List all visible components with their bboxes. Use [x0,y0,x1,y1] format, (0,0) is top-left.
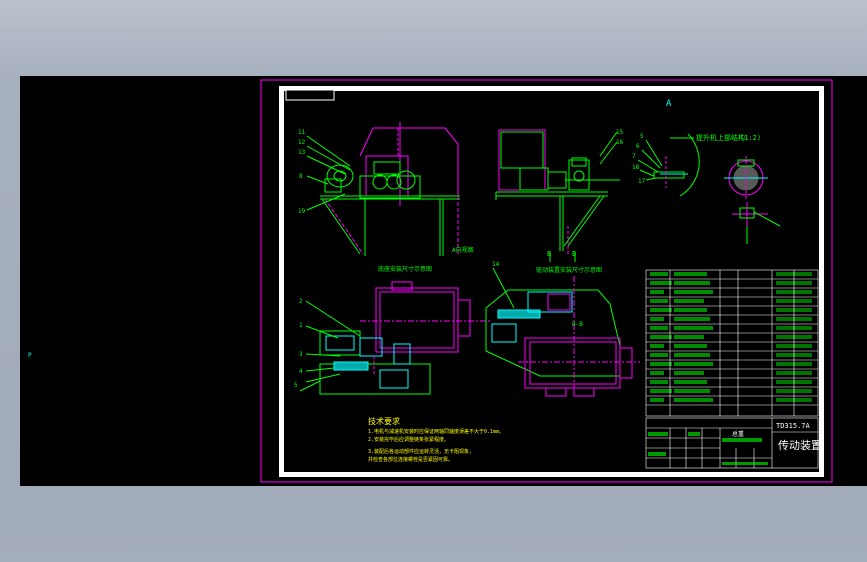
parts-row-text [674,317,710,321]
callout-left-1: 11 [298,129,306,136]
parts-row-text [650,317,664,321]
callout-plan-4: 4 [299,368,303,375]
parts-row-text [674,380,707,384]
parts-row-text [650,389,672,393]
view-title-1: 底座安装尺寸示意图 [378,265,432,273]
parts-row-text [650,362,672,366]
tech-title: 技术要求 [368,416,400,426]
view-a-title: A向视图 [452,246,474,254]
callout-detail-2: 6 [636,143,640,150]
detail-title: 提升机上部结构 [696,133,745,142]
detail-view [637,133,781,244]
parts-row-text [650,308,672,312]
callout-detail-3: 7 [632,153,636,160]
parts-row-text [674,389,710,393]
parts-row-text [650,398,664,402]
callout-plan-2: 1 [299,322,303,329]
parts-list [645,269,819,417]
parts-row-text [674,344,707,348]
parts-row-text [674,362,713,366]
parts-row-text [674,335,704,339]
parts-row-text [674,308,707,312]
motor-housing-right [498,129,546,191]
reducer-plan-right [524,337,621,389]
parts-row-text [674,398,713,402]
plan-view-left [299,281,490,395]
tech-note-4: 并检查各部位连接螺栓是否紧固可靠。 [368,456,453,463]
plan-view-right [485,267,640,397]
tech-note-3: 3.装配后各运动部件应运转灵活，无卡阻现象， [368,448,474,455]
title-drawing-name: 传动装置 [778,439,822,452]
view-b-title: B-B [572,321,583,328]
drawing-frame [279,86,824,477]
elevation-view-left [306,122,460,256]
callout-right-2: 16 [616,139,624,146]
cad-viewport: A B B A向视图 底座安装尺寸示意图 驱动装置安装尺寸示意图 B-B 提升机… [0,0,867,562]
parts-row-text [650,281,672,285]
reducer-plan [375,287,459,353]
parts-row-text [650,290,664,294]
callout-left-4: 8 [299,173,303,180]
callout-detail-5: 17 [638,178,646,185]
drawing-sheet: A B B A向视图 底座安装尺寸示意图 驱动装置安装尺寸示意图 B-B 提升机… [28,79,833,483]
parts-row-text [650,299,668,303]
frame-tab [285,89,335,101]
section-b-label: B [547,250,551,258]
parts-row-text [650,353,668,357]
section-b2-label: B [572,250,576,258]
callout-plan-1: 2 [299,298,303,305]
callout-left-2: 12 [298,139,306,146]
elevation-view-right [495,129,620,262]
callout-right-1: 15 [616,129,624,136]
parts-row-text [674,290,713,294]
parts-row-text [674,326,713,330]
parts-row-text [650,371,664,375]
title-block-label: 总重 [732,430,744,438]
motor [326,164,354,188]
callout-plan-right: 14 [492,261,500,268]
support-frame-plan [485,289,621,377]
parts-row-text [650,380,668,384]
callout-plan-3: 3 [299,351,303,358]
small-marker: P [28,352,32,359]
callout-detail-1: 5 [640,133,644,140]
callout-left-3: 13 [298,149,306,156]
parts-row-text [674,281,710,285]
view-title-2: 驱动装置安装尺寸示意图 [536,266,602,274]
parts-row-text [650,335,672,339]
parts-row-text [650,344,664,348]
tech-note-1: 1.电机与减速机安装时应保证两轴同轴度误差不大于0.1mm。 [368,428,504,435]
parts-row-text [650,272,668,276]
detail-ref: (1:2) [740,134,761,142]
tech-note-2: 2.安装完毕后应调整链条张紧程度。 [368,436,449,443]
drawing-canvas[interactable]: A B B A向视图 底座安装尺寸示意图 驱动装置安装尺寸示意图 B-B 提升机… [20,76,867,486]
callout-left-5: 19 [298,208,306,215]
section-a-label: A [666,99,672,109]
parts-row-text [674,272,707,276]
title-drawing-number: TD315.7A [776,422,811,430]
callout-plan-5: 5 [294,382,298,389]
parts-row-text [674,353,710,357]
parts-row-text [650,326,668,330]
callout-detail-4: 18 [632,164,640,171]
parts-row-text [674,371,704,375]
parts-row-text [674,299,704,303]
